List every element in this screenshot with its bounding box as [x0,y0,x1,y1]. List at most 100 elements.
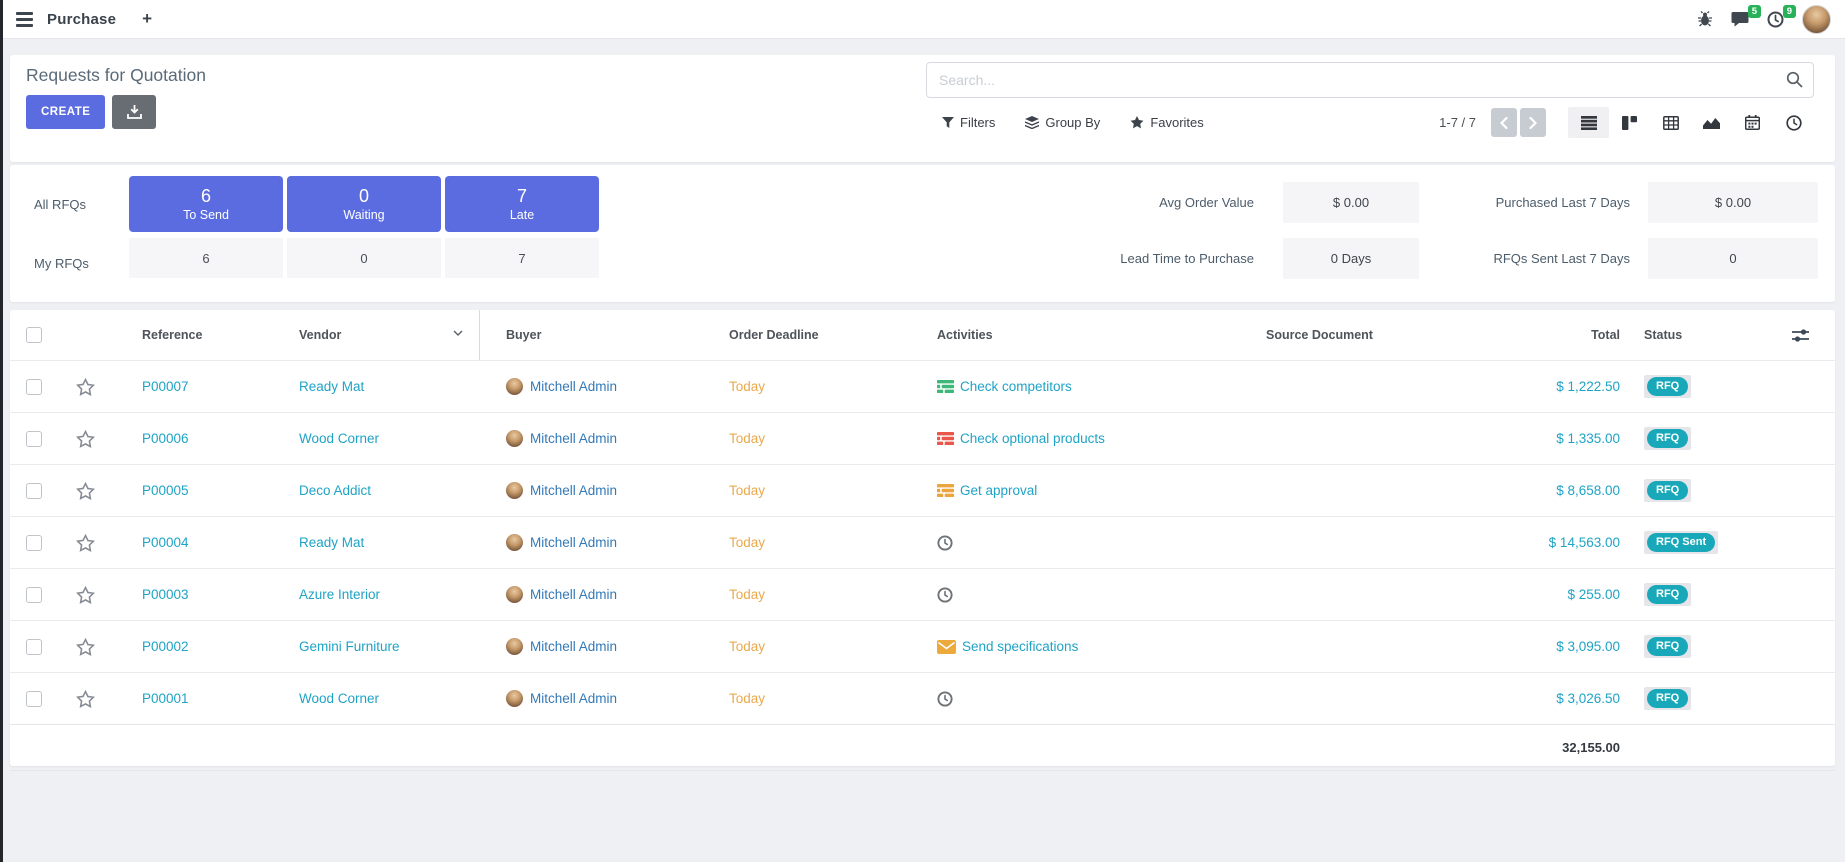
pager-next-button[interactable] [1520,108,1546,137]
clock-activity-icon[interactable] [937,587,953,603]
my-late-cell[interactable]: 7 [445,238,599,278]
row-checkbox[interactable] [26,535,42,551]
waiting-button[interactable]: 0 Waiting [287,176,441,232]
late-button[interactable]: 7 Late [445,176,599,232]
favorite-star-icon[interactable] [76,378,95,396]
buyer-link[interactable]: Mitchell Admin [530,535,617,550]
reference-link[interactable]: P00006 [142,431,189,446]
group-by-button[interactable]: Group By [1025,115,1100,130]
total-amount: $ 14,563.00 [1549,535,1620,550]
debug-bug-icon[interactable] [1697,11,1713,27]
header-vendor[interactable]: Vendor [292,310,480,360]
user-avatar[interactable] [1802,5,1831,34]
mail-activity-icon [937,640,956,654]
favorite-star-icon[interactable] [76,690,95,708]
select-all-checkbox[interactable] [26,327,42,343]
kanban-view-icon [1622,116,1637,130]
graph-view-button[interactable] [1691,107,1732,138]
header-source-document[interactable]: Source Document [1240,328,1500,342]
create-button[interactable]: CREATE [26,95,105,129]
favorites-star-icon [1130,116,1144,129]
graph-view-icon [1703,116,1720,129]
all-rfqs-label: All RFQs [34,197,86,212]
buyer-link[interactable]: Mitchell Admin [530,379,617,394]
buyer-link[interactable]: Mitchell Admin [530,691,617,706]
order-deadline: Today [729,379,765,394]
view-switcher [1568,107,1814,138]
buyer-link[interactable]: Mitchell Admin [530,639,617,654]
reference-link[interactable]: P00002 [142,639,189,654]
chevron-right-icon [1529,117,1537,129]
my-to-send-cell[interactable]: 6 [129,238,283,278]
row-checkbox[interactable] [26,483,42,499]
optional-columns-sliders-icon[interactable] [1792,329,1809,342]
clock-activity-icon[interactable] [937,691,953,707]
favorites-button[interactable]: Favorites [1130,115,1203,130]
row-checkbox[interactable] [26,431,42,447]
activity-view-button[interactable] [1773,107,1814,138]
favorite-star-icon[interactable] [76,586,95,604]
pager-previous-button[interactable] [1491,108,1517,137]
table-row[interactable]: P00004 Ready Mat Mitchell Admin Today $ … [10,516,1835,568]
reference-link[interactable]: P00004 [142,535,189,550]
calendar-view-button[interactable] [1732,107,1773,138]
reference-link[interactable]: P00005 [142,483,189,498]
table-row[interactable]: P00007 Ready Mat Mitchell Admin Today Ch… [10,360,1835,412]
row-checkbox[interactable] [26,639,42,655]
activity-link[interactable]: Get approval [960,483,1037,498]
favorite-star-icon[interactable] [76,482,95,500]
row-checkbox[interactable] [26,379,42,395]
search-icon[interactable] [1786,71,1803,88]
filter-icon [942,117,954,129]
activity-link[interactable]: Check optional products [960,431,1105,446]
lead-time-label: Lead Time to Purchase [994,251,1254,266]
favorite-star-icon[interactable] [76,430,95,448]
pivot-view-button[interactable] [1650,107,1691,138]
purchased-last-7-days-label: Purchased Last 7 Days [1370,195,1630,210]
to-send-button[interactable]: 6 To Send [129,176,283,232]
buyer-link[interactable]: Mitchell Admin [530,587,617,602]
list-view-button[interactable] [1568,107,1609,138]
favorite-star-icon[interactable] [76,534,95,552]
header-order-deadline[interactable]: Order Deadline [700,328,920,342]
clock-activity-icon[interactable] [937,535,953,551]
table-row[interactable]: P00006 Wood Corner Mitchell Admin Today … [10,412,1835,464]
chevron-down-icon [453,330,463,337]
table-row[interactable]: P00003 Azure Interior Mitchell Admin Tod… [10,568,1835,620]
reference-link[interactable]: P00007 [142,379,189,394]
table-row[interactable]: P00002 Gemini Furniture Mitchell Admin T… [10,620,1835,672]
kanban-view-button[interactable] [1609,107,1650,138]
messages-menu[interactable]: 5 [1731,11,1749,27]
vendor-name: Ready Mat [299,379,364,394]
status-badge: RFQ [1644,375,1691,398]
reference-link[interactable]: P00003 [142,587,189,602]
table-row[interactable]: P00001 Wood Corner Mitchell Admin Today … [10,672,1835,724]
row-checkbox[interactable] [26,587,42,603]
rfqs-sent-last-7-days-label: RFQs Sent Last 7 Days [1370,251,1630,266]
buyer-link[interactable]: Mitchell Admin [530,483,617,498]
header-activities[interactable]: Activities [920,328,1240,342]
table-row[interactable]: P00005 Deco Addict Mitchell Admin Today … [10,464,1835,516]
pager-range: 1-7 / 7 [1439,115,1476,130]
header-status[interactable]: Status [1620,328,1755,342]
reference-link[interactable]: P00001 [142,691,189,706]
activity-link[interactable]: Check competitors [960,379,1072,394]
activities-menu[interactable]: 9 [1767,11,1784,28]
search-input[interactable] [937,66,1771,94]
new-tab-button[interactable]: + [142,9,152,29]
app-name[interactable]: Purchase [47,11,116,28]
chat-bubble-icon [1731,11,1749,27]
export-button[interactable] [112,95,156,129]
buyer-link[interactable]: Mitchell Admin [530,431,617,446]
favorite-star-icon[interactable] [76,638,95,656]
header-reference[interactable]: Reference [112,328,292,342]
header-buyer[interactable]: Buyer [480,328,700,342]
filters-button[interactable]: Filters [942,115,995,130]
row-checkbox[interactable] [26,691,42,707]
apps-menu-icon[interactable] [16,12,33,27]
header-total[interactable]: Total [1500,328,1620,342]
activities-count-badge: 9 [1783,5,1796,18]
my-waiting-cell[interactable]: 0 [287,238,441,278]
total-amount: $ 1,335.00 [1556,431,1620,446]
activity-link[interactable]: Send specifications [962,639,1078,654]
